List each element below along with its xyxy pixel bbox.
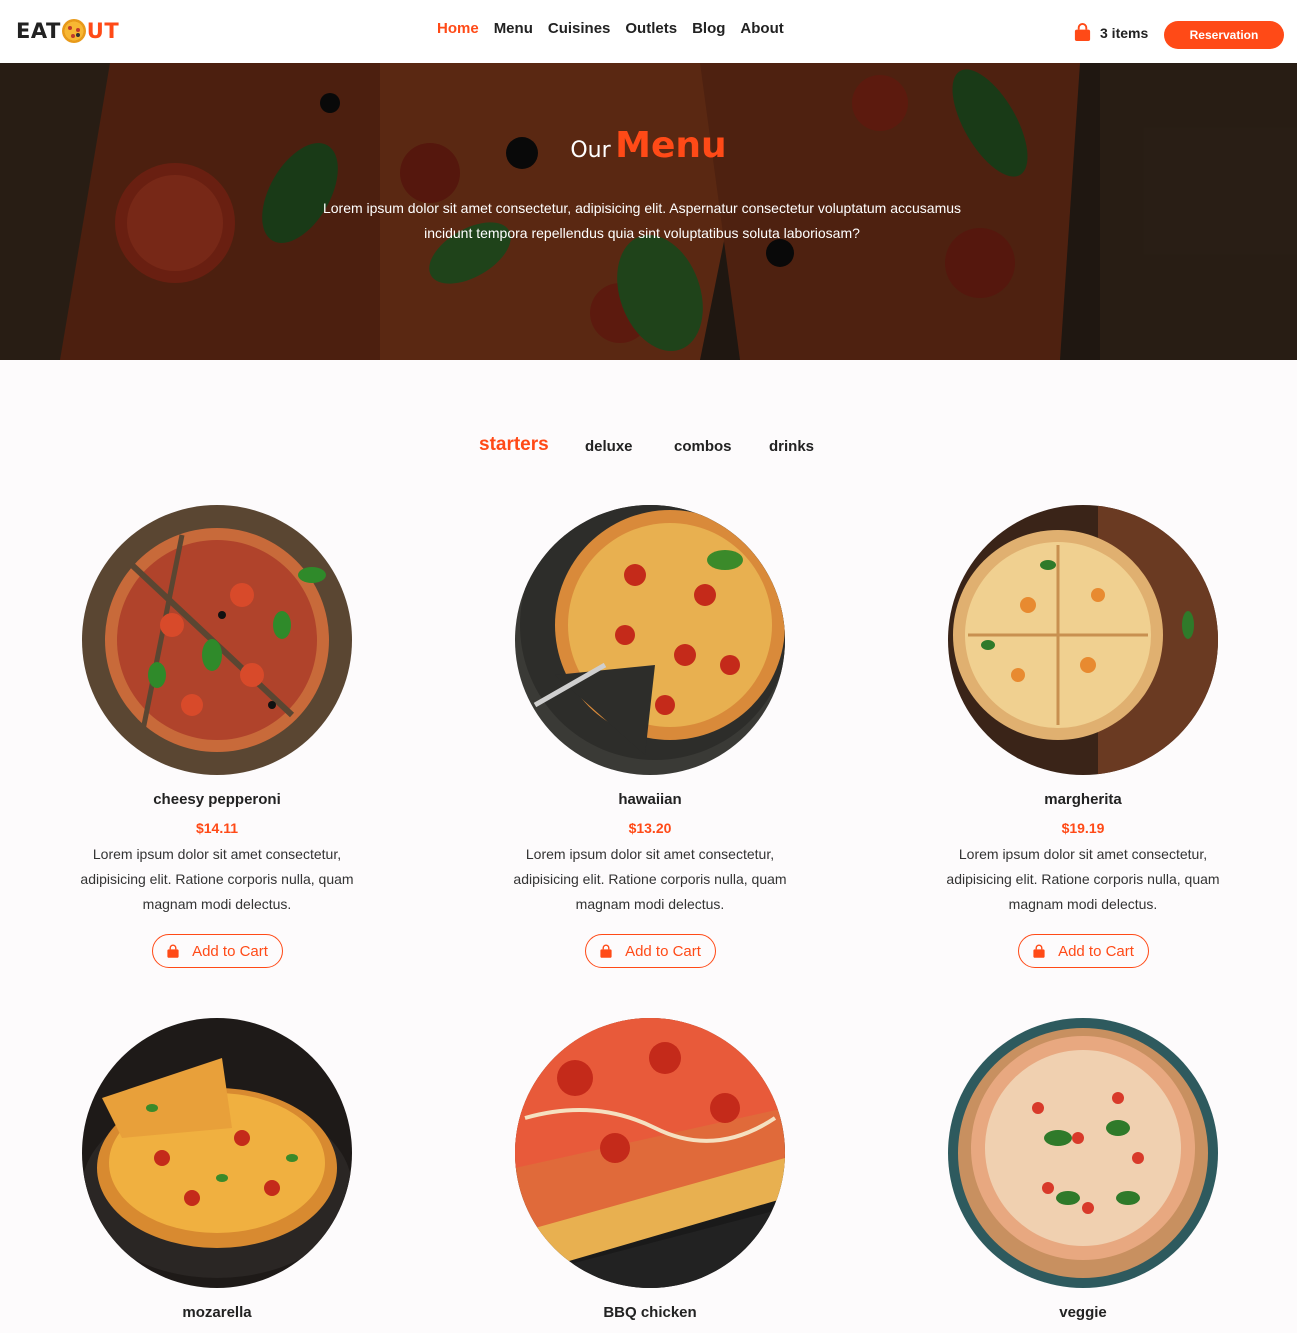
- pizza-photo[interactable]: [948, 1018, 1218, 1288]
- brand-logo[interactable]: EAT UT: [16, 17, 119, 45]
- product-card: cheesy pepperoni $14.11 Lorem ipsum dolo…: [67, 505, 367, 968]
- tab-starters[interactable]: starters: [479, 434, 549, 456]
- add-to-cart-button[interactable]: Add to Cart: [151, 934, 283, 968]
- product-name: hawaiian: [618, 791, 682, 808]
- tab-drinks[interactable]: drinks: [769, 438, 814, 455]
- nav-cuisines[interactable]: Cuisines: [548, 20, 611, 37]
- add-to-cart-button[interactable]: Add to Cart: [1017, 934, 1149, 968]
- shopping-bag-icon: [167, 944, 179, 958]
- shopping-bag-icon: [600, 944, 612, 958]
- add-to-cart-button[interactable]: Add to Cart: [584, 934, 716, 968]
- cart-summary[interactable]: 3 items: [1073, 23, 1148, 42]
- nav-about[interactable]: About: [740, 20, 783, 37]
- product-card: BBQ chicken: [500, 1018, 800, 1321]
- nav-home[interactable]: Home: [437, 20, 479, 37]
- pizza-photo[interactable]: [515, 505, 785, 775]
- logo-text-eat: EAT: [16, 19, 61, 43]
- hero-title: Our Menu: [0, 125, 1297, 166]
- product-price: $14.11: [195, 820, 239, 836]
- hero-description: Lorem ipsum dolor sit amet consectetur, …: [322, 200, 962, 241]
- hero-title-prefix: Our: [570, 138, 611, 163]
- pizza-photo[interactable]: [515, 1018, 785, 1288]
- product-card: margherita $19.19 Lorem ipsum dolor sit …: [933, 505, 1233, 968]
- site-header: EAT UT Home Menu Cuisines Outlets Blog A…: [0, 0, 1297, 63]
- pizza-photo[interactable]: [82, 505, 352, 775]
- product-description: Lorem ipsum dolor sit amet consectetur, …: [80, 846, 354, 912]
- product-name: veggie: [1059, 1304, 1107, 1321]
- add-to-cart-label: Add to Cart: [1058, 942, 1134, 960]
- product-description: Lorem ipsum dolor sit amet consectetur, …: [946, 846, 1220, 912]
- shopping-bag-icon: [1074, 23, 1091, 42]
- add-to-cart-label: Add to Cart: [192, 942, 268, 960]
- product-card: hawaiian $13.20 Lorem ipsum dolor sit am…: [500, 505, 800, 968]
- reservation-button[interactable]: Reservation: [1164, 21, 1284, 49]
- pizza-photo[interactable]: [82, 1018, 352, 1288]
- nav-outlets[interactable]: Outlets: [625, 20, 677, 37]
- product-price: $13.20: [628, 820, 672, 836]
- nav-menu[interactable]: Menu: [494, 20, 533, 37]
- pizza-logo-icon: [61, 19, 86, 43]
- product-name: cheesy pepperoni: [153, 791, 281, 808]
- product-description: Lorem ipsum dolor sit amet consectetur, …: [513, 846, 787, 912]
- hero-banner: Our Menu Lorem ipsum dolor sit amet cons…: [0, 63, 1297, 360]
- menu-category-tabs: starters deluxe combos drinks: [0, 432, 1297, 462]
- product-card: mozarella: [67, 1018, 367, 1321]
- tab-combos[interactable]: combos: [674, 438, 732, 455]
- shopping-bag-icon: [1033, 944, 1045, 958]
- logo-text-ut: UT: [86, 19, 120, 43]
- hero-title-highlight: Menu: [615, 125, 727, 166]
- nav-blog[interactable]: Blog: [692, 20, 725, 37]
- product-name: mozarella: [182, 1304, 252, 1321]
- product-name: BBQ chicken: [603, 1304, 697, 1321]
- pizza-photo[interactable]: [948, 505, 1218, 775]
- product-name: margherita: [1044, 791, 1122, 808]
- product-card: veggie: [933, 1018, 1233, 1321]
- add-to-cart-label: Add to Cart: [625, 942, 701, 960]
- main-nav: Home Menu Cuisines Outlets Blog About: [437, 20, 784, 37]
- tab-deluxe[interactable]: deluxe: [585, 438, 633, 455]
- cart-count: 3 items: [1100, 24, 1149, 41]
- product-price: $19.19: [1061, 820, 1105, 836]
